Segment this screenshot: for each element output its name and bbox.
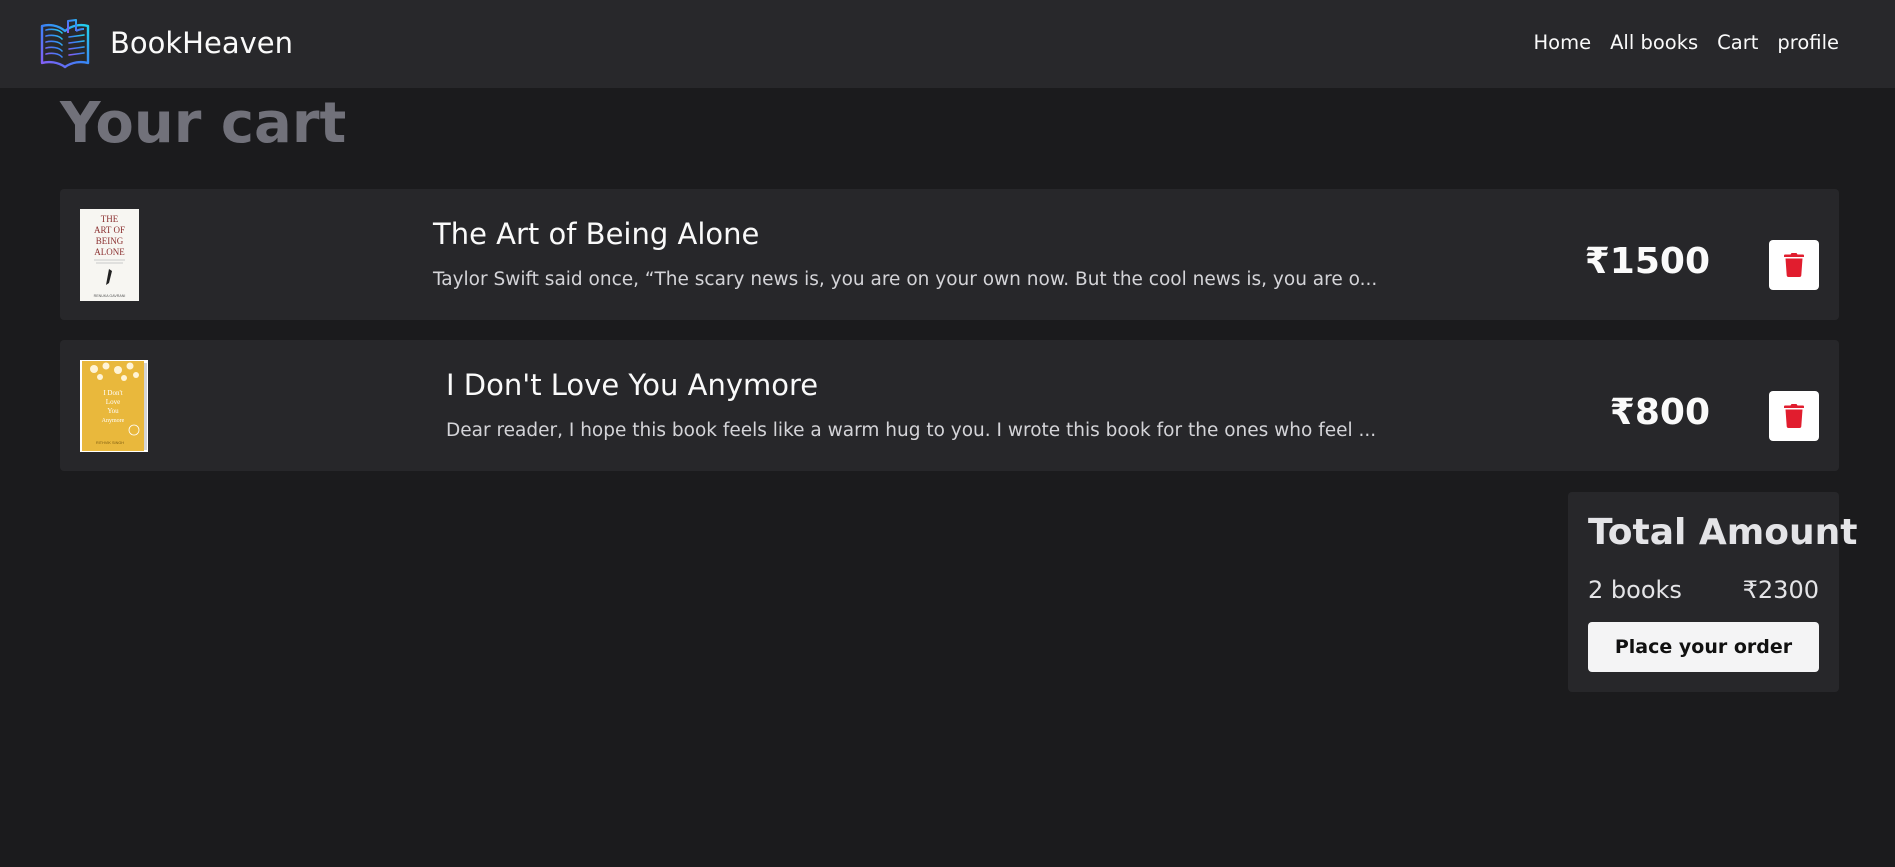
nav-link-cart[interactable]: Cart [1717,31,1758,54]
total-summary: Total Amount 2 books ₹2300 Place your or… [1568,492,1857,692]
total-price: ₹2300 [1742,576,1819,604]
book-title: I Don't Love You Anymore [446,368,819,402]
navbar: BookHeaven Home All books Cart profile [0,0,1895,88]
svg-text:THE: THE [101,214,119,224]
brand[interactable]: BookHeaven [38,19,293,69]
trash-icon [1784,404,1804,428]
delete-button[interactable] [1769,240,1819,290]
page-title: Your cart [60,91,347,156]
total-title: Total Amount [1588,512,1858,553]
book-cover-image: I Don't Love You Anymore RITHVIK SINGH [80,360,148,452]
svg-text:ALONE: ALONE [94,247,125,257]
brand-name[interactable]: BookHeaven [110,26,293,60]
svg-text:ART OF: ART OF [94,225,125,235]
svg-text:RENUKA GAVRANI: RENUKA GAVRANI [94,294,126,298]
svg-text:Love: Love [106,398,120,406]
cart-item: I Don't Love You Anymore RITHVIK SINGH I… [60,340,1839,471]
book-title: The Art of Being Alone [433,217,760,251]
nav-link-home[interactable]: Home [1533,31,1591,54]
svg-text:RITHVIK SINGH: RITHVIK SINGH [96,441,124,445]
svg-text:Anymore: Anymore [102,418,125,424]
svg-text:You: You [107,407,119,415]
total-book-count: 2 books [1588,576,1682,604]
cart-item: THE ART OF BEING ALONE RENUKA GAVRANI Th… [60,189,1839,320]
book-price: ₹800 [1609,392,1710,433]
nav-links: Home All books Cart profile [1533,31,1839,54]
delete-button[interactable] [1769,391,1819,441]
open-book-icon [40,19,90,69]
book-price: ₹1500 [1584,241,1710,282]
book-description: Taylor Swift said once, “The scary news … [433,269,1378,290]
svg-text:I Don't: I Don't [103,389,122,397]
nav-link-profile[interactable]: profile [1777,31,1839,54]
place-order-button[interactable]: Place your order [1588,622,1819,672]
svg-text:BEING: BEING [96,236,124,246]
trash-icon [1784,253,1804,277]
book-cover-image: THE ART OF BEING ALONE RENUKA GAVRANI [80,209,139,301]
nav-link-all-books[interactable]: All books [1610,31,1698,54]
book-description: Dear reader, I hope this book feels like… [446,420,1377,441]
